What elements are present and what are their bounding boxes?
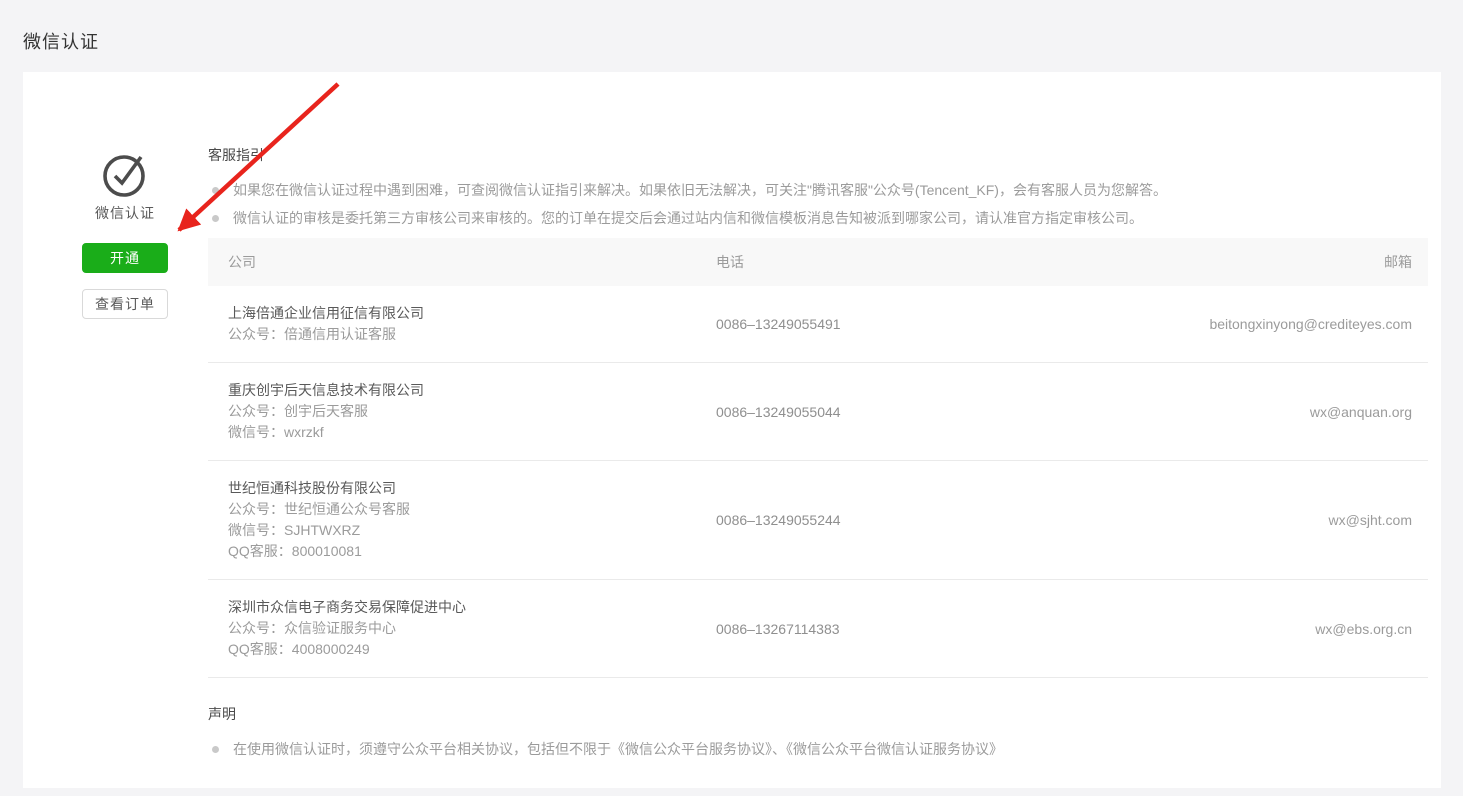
table-header-email: 邮箱 [1146,252,1428,272]
bullet-dot-icon [212,215,219,222]
statement-bullet: 在使用微信认证时，须遵守公众平台相关协议，包括但不限于《微信公众平台服务协议》、… [208,739,1428,759]
company-detail: QQ客服：4008000249 [228,639,716,660]
table-header-row: 公司 电话 邮箱 [208,238,1428,286]
company-detail: 公众号：创宇后天客服 [228,401,716,422]
email-cell: wx@anquan.org [1146,404,1428,420]
main-card: 微信认证 开通 查看订单 客服指引 如果您在微信认证过程中遇到困难，可查阅微信认… [23,72,1441,788]
audit-companies-table: 公司 电话 邮箱 上海倍通企业信用征信有限公司 公众号：倍通信用认证客服 008… [208,238,1428,678]
company-name: 深圳市众信电子商务交易保障促进中心 [228,597,716,618]
status-label: 微信认证 [82,203,168,223]
wechat-verification-page: 微信认证 微信认证 开通 查看订单 客服指引 如果您在微信认证过程中遇到困难，可… [0,0,1463,796]
phone-cell: 0086–13249055044 [716,404,1146,420]
company-detail: QQ客服：800010081 [228,541,716,562]
company-name: 重庆创宇后天信息技术有限公司 [228,380,716,401]
status-rail: 微信认证 开通 查看订单 [82,148,168,319]
guide-section-title: 客服指引 [208,145,1428,165]
phone-cell: 0086–13249055491 [716,316,1146,332]
content-area: 客服指引 如果您在微信认证过程中遇到困难，可查阅微信认证指引来解决。如果依旧无法… [208,145,1428,767]
guide-bullet: 如果您在微信认证过程中遇到困难，可查阅微信认证指引来解决。如果依旧无法解决，可关… [208,180,1428,200]
table-row: 世纪恒通科技股份有限公司 公众号：世纪恒通公众号客服 微信号：SJHTWXRZ … [208,461,1428,580]
email-cell: wx@sjht.com [1146,512,1428,528]
statement-section-title: 声明 [208,704,1428,724]
check-circle-icon [82,148,168,198]
email-cell: beitongxinyong@crediteyes.com [1146,316,1428,332]
bullet-dot-icon [212,746,219,753]
table-header-phone: 电话 [716,252,1146,272]
table-row: 重庆创宇后天信息技术有限公司 公众号：创宇后天客服 微信号：wxrzkf 008… [208,363,1428,461]
company-detail: 微信号：wxrzkf [228,422,716,443]
open-button[interactable]: 开通 [82,243,168,273]
company-cell: 上海倍通企业信用征信有限公司 公众号：倍通信用认证客服 [208,303,716,345]
company-cell: 世纪恒通科技股份有限公司 公众号：世纪恒通公众号客服 微信号：SJHTWXRZ … [208,478,716,562]
company-name: 世纪恒通科技股份有限公司 [228,478,716,499]
bullet-dot-icon [212,187,219,194]
table-header-company: 公司 [208,252,716,272]
company-cell: 深圳市众信电子商务交易保障促进中心 公众号：众信验证服务中心 QQ客服：4008… [208,597,716,660]
guide-bullet-text: 如果您在微信认证过程中遇到困难，可查阅微信认证指引来解决。如果依旧无法解决，可关… [233,180,1167,200]
guide-bullet: 微信认证的审核是委托第三方审核公司来审核的。您的订单在提交后会通过站内信和微信模… [208,208,1428,228]
company-name: 上海倍通企业信用征信有限公司 [228,303,716,324]
guide-bullet-text: 微信认证的审核是委托第三方审核公司来审核的。您的订单在提交后会通过站内信和微信模… [233,208,1143,228]
guide-bullets: 如果您在微信认证过程中遇到困难，可查阅微信认证指引来解决。如果依旧无法解决，可关… [208,180,1428,228]
view-orders-button[interactable]: 查看订单 [82,289,168,319]
page-title: 微信认证 [23,28,99,54]
company-cell: 重庆创宇后天信息技术有限公司 公众号：创宇后天客服 微信号：wxrzkf [208,380,716,443]
phone-cell: 0086–13249055244 [716,512,1146,528]
phone-cell: 0086–13267114383 [716,621,1146,637]
company-detail: 公众号：倍通信用认证客服 [228,324,716,345]
company-detail: 微信号：SJHTWXRZ [228,520,716,541]
company-detail: 公众号：众信验证服务中心 [228,618,716,639]
email-cell: wx@ebs.org.cn [1146,621,1428,637]
statement-bullet-text: 在使用微信认证时，须遵守公众平台相关协议，包括但不限于《微信公众平台服务协议》、… [233,739,1003,759]
table-row: 深圳市众信电子商务交易保障促进中心 公众号：众信验证服务中心 QQ客服：4008… [208,580,1428,678]
company-detail: 公众号：世纪恒通公众号客服 [228,499,716,520]
statement-bullets: 在使用微信认证时，须遵守公众平台相关协议，包括但不限于《微信公众平台服务协议》、… [208,739,1428,759]
table-row: 上海倍通企业信用征信有限公司 公众号：倍通信用认证客服 0086–1324905… [208,286,1428,363]
